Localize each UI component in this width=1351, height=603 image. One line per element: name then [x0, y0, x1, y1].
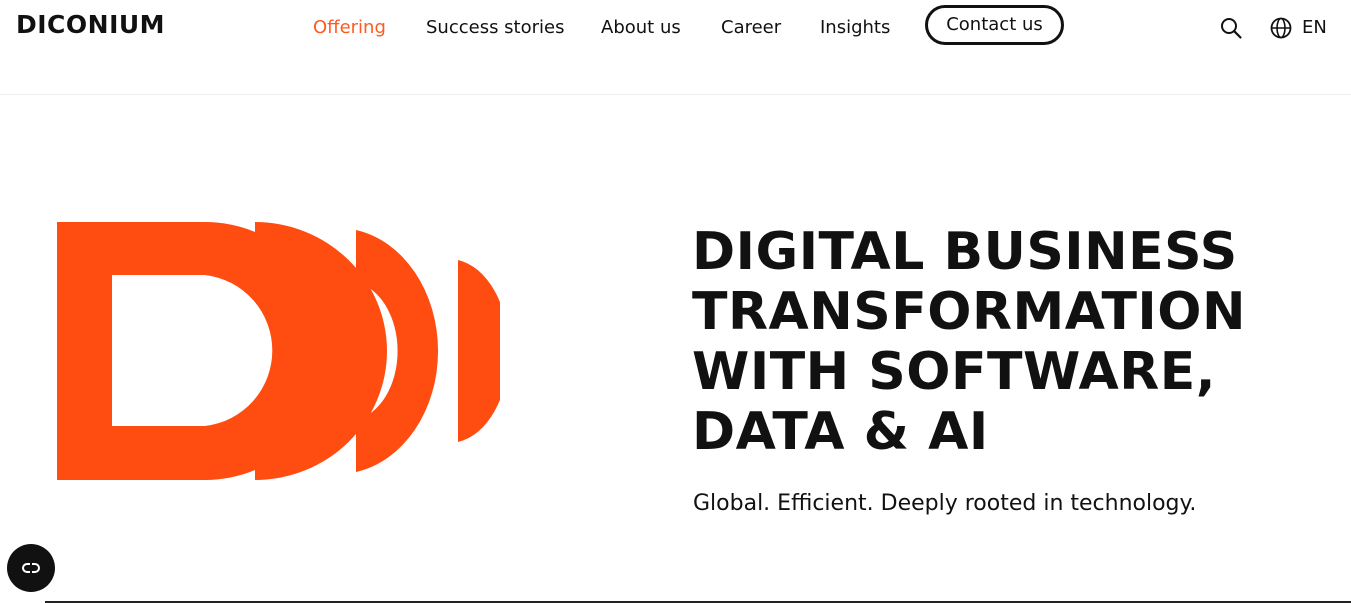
site-header: DICONIUM Offering Success stories About …	[0, 0, 1351, 95]
hero-logo-graphic	[55, 220, 510, 482]
search-icon[interactable]	[1219, 16, 1243, 40]
nav-offering[interactable]: Offering	[313, 14, 386, 42]
cookie-settings-button[interactable]	[7, 544, 55, 592]
cookie-settings-icon	[22, 563, 40, 573]
nav-insights[interactable]: Insights	[820, 14, 890, 42]
contact-us-button[interactable]: Contact us	[925, 5, 1064, 45]
language-switcher[interactable]: EN	[1270, 14, 1327, 42]
hero-subtitle: Global. Efficient. Deeply rooted in tech…	[693, 491, 1197, 516]
globe-icon	[1270, 17, 1292, 39]
nav-success-stories[interactable]: Success stories	[426, 14, 564, 42]
page: DICONIUM Offering Success stories About …	[0, 0, 1351, 603]
nav-about-us[interactable]: About us	[601, 14, 681, 42]
logo[interactable]: DICONIUM	[16, 10, 165, 40]
language-label: EN	[1302, 17, 1327, 38]
hero-title: DIGITAL BUSINESS TRANSFORMATION WITH SOF…	[692, 222, 1246, 462]
nav-career[interactable]: Career	[721, 14, 781, 42]
